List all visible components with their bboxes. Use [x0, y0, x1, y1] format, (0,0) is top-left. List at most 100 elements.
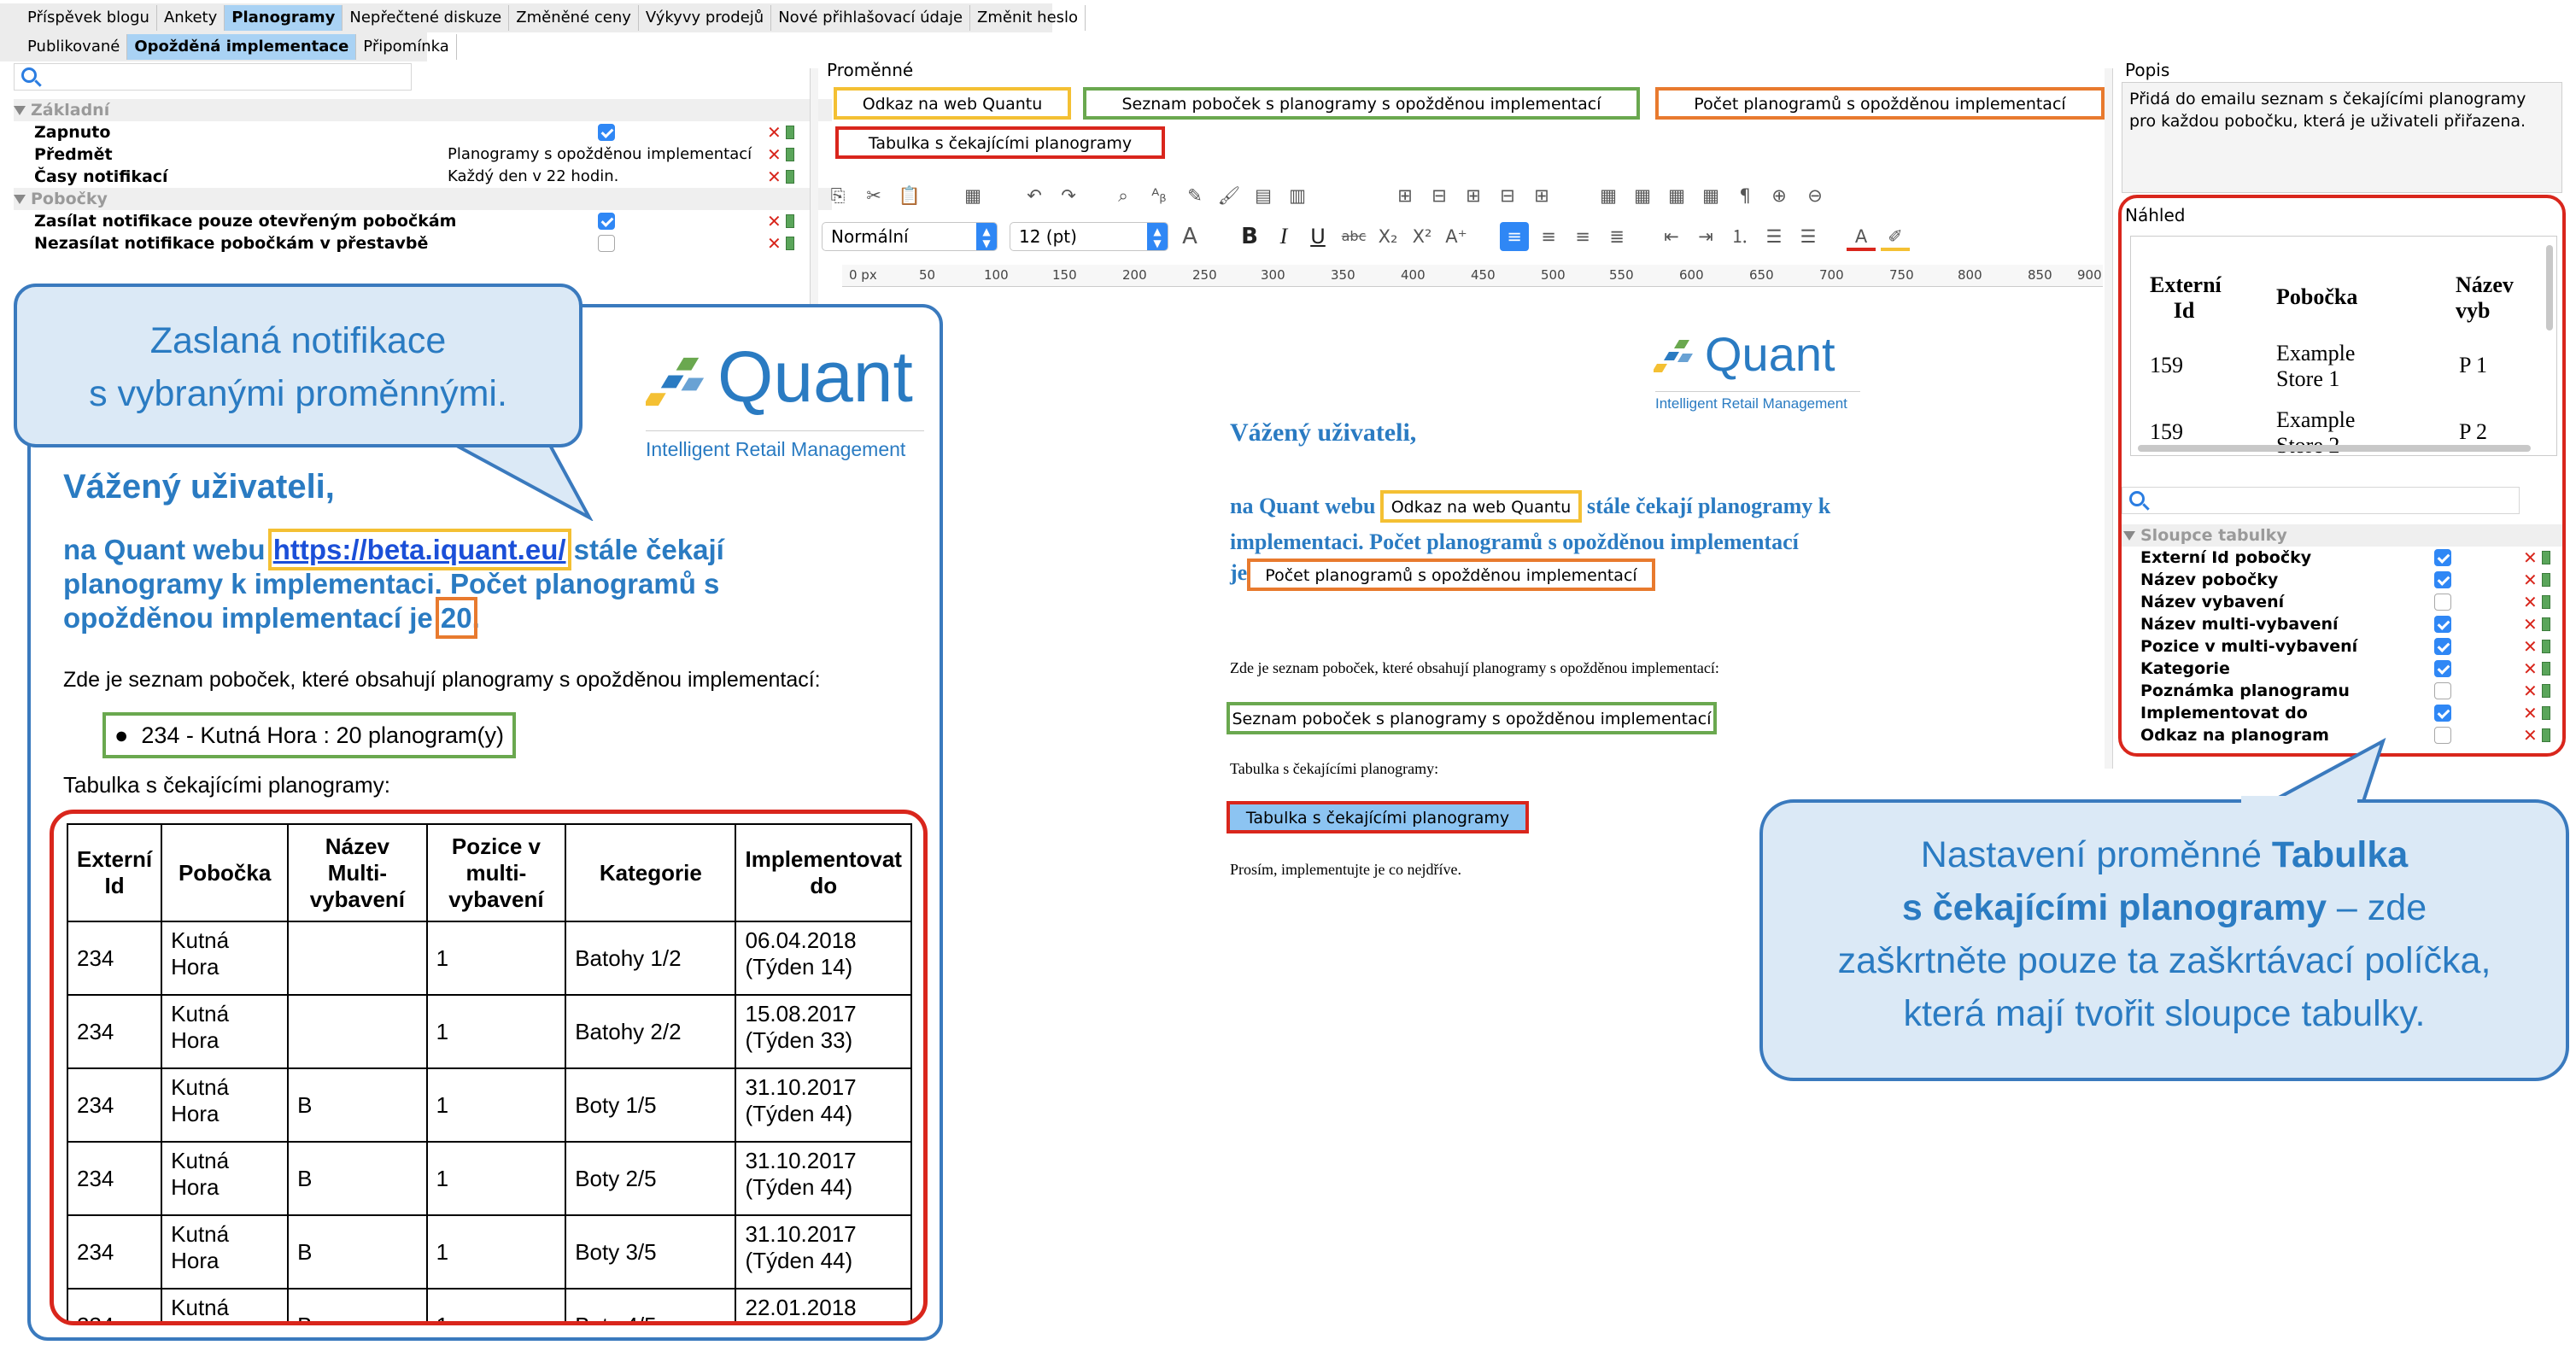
cell4-icon[interactable]: ▦	[1696, 181, 1725, 210]
left-callout: Zaslaná notifikace s vybranými proměnným…	[14, 284, 583, 447]
undo-icon[interactable]: ↶	[1020, 181, 1049, 210]
subscript-icon[interactable]: X₂	[1373, 222, 1402, 251]
inline-var-link[interactable]: Odkaz na web Quantu	[1380, 490, 1582, 523]
highlight-icon[interactable]: ✐	[1881, 222, 1910, 251]
reset-icon[interactable]	[786, 126, 794, 139]
section-basic[interactable]: Základní	[14, 99, 832, 121]
var-count[interactable]: Počet planogramů s opožděnou implementac…	[1655, 87, 2105, 120]
var-link[interactable]: Odkaz na web Quantu	[834, 87, 1071, 120]
tab-ceny[interactable]: Změněné ceny	[509, 5, 639, 31]
ruler: 0 px 50 100 150 200 250 300 350 400 450 …	[842, 265, 2103, 287]
predmet-value[interactable]: Planogramy s opožděnou implementací	[448, 143, 752, 166]
delete-icon[interactable]: ✕	[767, 168, 782, 185]
var-branch-list[interactable]: Seznam poboček s planogramy s opožděnou …	[1083, 87, 1640, 120]
delete-icon[interactable]: ✕	[767, 213, 782, 230]
table-icon[interactable]: ▦	[958, 181, 987, 210]
inline-var-table[interactable]: Tabulka s čekajícími planogramy	[1227, 801, 1529, 833]
prop-zapnuto: Zapnuto	[34, 123, 111, 142]
table-del-icon[interactable]: ⊟	[1493, 181, 1522, 210]
delete-icon[interactable]: ✕	[767, 124, 782, 141]
table-col-icon[interactable]: ⊟	[1425, 181, 1454, 210]
outdent-icon[interactable]: ⇤	[1657, 222, 1686, 251]
tab-udaje[interactable]: Nové přihlašovací údaje	[771, 5, 971, 31]
align-right-icon[interactable]: ≡	[1568, 222, 1597, 251]
email-url[interactable]: https://beta.iquant.eu/	[267, 529, 571, 570]
redo-icon[interactable]: ↷	[1054, 181, 1083, 210]
bullet-list-icon[interactable]: ☰	[1759, 222, 1789, 251]
grid2-icon[interactable]: ▥	[1283, 181, 1312, 210]
justify-icon[interactable]: ≣	[1602, 222, 1631, 251]
table-row-icon[interactable]: ⊞	[1390, 181, 1420, 210]
zapnuto-checkbox[interactable]	[598, 124, 615, 141]
delete-icon[interactable]: ✕	[767, 235, 782, 252]
popis-label: Popis	[2125, 60, 2170, 80]
section-branches[interactable]: Pobočky	[14, 188, 832, 210]
tab-publikovane[interactable]: Publikované	[20, 34, 128, 60]
bold-icon[interactable]: B	[1235, 222, 1264, 251]
reset-icon[interactable]	[786, 148, 794, 161]
edit-icon[interactable]: ✎	[1180, 181, 1209, 210]
callout-text: Zaslaná notifikace	[149, 320, 447, 361]
table-merge-icon[interactable]: ⊞	[1527, 181, 1556, 210]
tab-blog[interactable]: Příspěvek blogu	[20, 5, 157, 31]
find-icon[interactable]: ⌕	[1109, 181, 1138, 210]
tab-ankety[interactable]: Ankety	[157, 5, 225, 31]
align-left-icon[interactable]: ≡	[1500, 222, 1529, 251]
ruler-tick: 650	[1749, 267, 1774, 283]
tab-pripominka[interactable]: Připomínka	[356, 34, 457, 60]
reset-icon[interactable]	[786, 214, 794, 228]
tab-heslo[interactable]: Změnit heslo	[970, 5, 1086, 31]
property-search[interactable]	[14, 63, 412, 91]
list-icon[interactable]: ☰	[1794, 222, 1823, 251]
pilcrow-icon[interactable]: ¶	[1730, 181, 1759, 210]
tab-planogramy[interactable]: Planogramy	[225, 5, 343, 31]
inline-var-count[interactable]: Počet planogramů s opožděnou implementac…	[1247, 559, 1655, 591]
style-select[interactable]: Normální ▲ ▼	[822, 222, 998, 251]
popis-box: Přidá do emailu seznam s čekajícími plan…	[2122, 82, 2562, 193]
delete-icon[interactable]: ✕	[767, 146, 782, 163]
superscript-icon[interactable]: X²	[1408, 222, 1437, 251]
email-paragraph: na Quant webu https://beta.iquant.eu/ st…	[63, 529, 926, 639]
splitter-right[interactable]	[2105, 68, 2113, 769]
font-icon[interactable]: A	[1175, 222, 1204, 251]
callout-text: zaškrtněte pouze ta zaškrtávací políčka,	[1837, 940, 2491, 981]
inline-var-branch-list[interactable]: Seznam poboček s planogramy s opožděnou …	[1227, 702, 1717, 734]
cut-icon[interactable]: ✂	[859, 181, 888, 210]
var-table[interactable]: Tabulka s čekajícími planogramy	[835, 126, 1165, 159]
table-add-icon[interactable]: ⊞	[1459, 181, 1488, 210]
grow-font-icon[interactable]: A⁺	[1442, 222, 1471, 251]
zoom-in-icon[interactable]: ⊕	[1765, 181, 1794, 210]
editor-line1b: stále čekají planogramy k	[1587, 494, 1831, 518]
tab-vykyvy[interactable]: Výkyvy prodejů	[639, 5, 772, 31]
indent-icon[interactable]: ⇥	[1691, 222, 1720, 251]
no-rebuild-checkbox[interactable]	[598, 235, 615, 252]
reset-icon[interactable]	[786, 170, 794, 184]
send-open-checkbox[interactable]	[598, 213, 615, 230]
copy-icon[interactable]: ⎘	[823, 181, 852, 210]
cell-icon[interactable]: ▦	[1594, 181, 1623, 210]
email-intro: Zde je seznam poboček, které obsahují pl…	[63, 668, 821, 692]
right-callout-tail-cover	[2241, 796, 2357, 806]
cell2-icon[interactable]: ▦	[1628, 181, 1657, 210]
strike-icon[interactable]: abc	[1339, 222, 1368, 251]
cell3-icon[interactable]: ▦	[1662, 181, 1691, 210]
paste-icon[interactable]: 📋	[895, 181, 924, 210]
tab-opozdena[interactable]: Opožděná implementace	[127, 34, 357, 60]
logo-name: Quant	[717, 336, 913, 417]
text-color-icon[interactable]: A	[1847, 222, 1876, 251]
numbered-list-icon[interactable]: ⒈	[1725, 222, 1754, 251]
reset-icon[interactable]	[786, 237, 794, 250]
italic-icon[interactable]: I	[1269, 222, 1298, 251]
casy-value[interactable]: Každý den v 22 hodin.	[448, 166, 618, 188]
size-select[interactable]: 12 (pt) ▲ ▼	[1010, 222, 1168, 251]
brush-icon[interactable]: 🖌	[1215, 181, 1244, 210]
search-icon	[21, 67, 37, 83]
ruler-tick: 250	[1192, 267, 1217, 283]
replace-icon[interactable]: ᴬᵦ	[1145, 181, 1174, 210]
grid-icon[interactable]: ▤	[1249, 181, 1278, 210]
underline-icon[interactable]: U	[1303, 222, 1332, 251]
align-center-icon[interactable]: ≡	[1534, 222, 1563, 251]
zoom-out-icon[interactable]: ⊖	[1800, 181, 1830, 210]
right-callout: Nastavení proměnné Tabulka s čekajícími …	[1759, 799, 2569, 1081]
tab-diskuze[interactable]: Nepřečtené diskuze	[342, 5, 510, 31]
